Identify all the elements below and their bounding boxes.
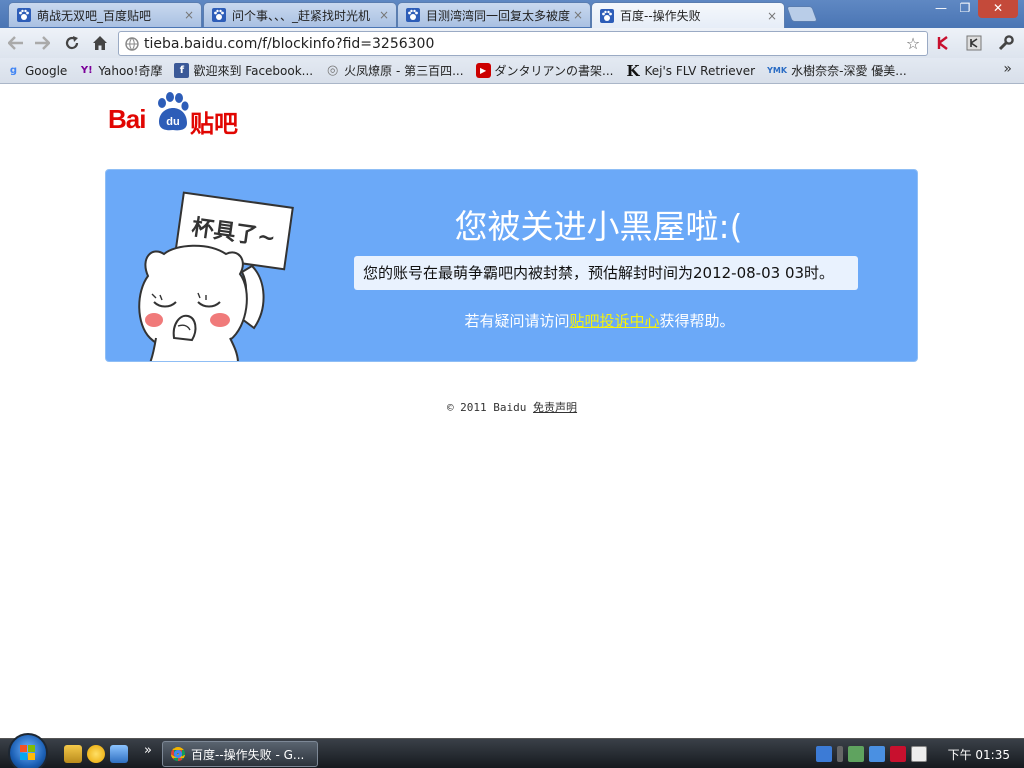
help-suffix: 获得帮助。 (659, 312, 735, 330)
site-icon: ◎ (326, 63, 339, 78)
tab-title: 问个事、、、_赶紧找时光机 (232, 8, 371, 23)
quicklaunch-overflow-button[interactable]: » (144, 743, 152, 758)
logo-text: Bai (108, 104, 146, 134)
minimize-button[interactable]: — (928, 0, 954, 18)
extension-k-icon[interactable] (964, 33, 984, 53)
page-footer: © 2011 Baidu 免责声明 (0, 399, 1024, 415)
tab-close-icon[interactable]: × (766, 9, 778, 23)
yahoo-icon: Y! (80, 65, 93, 76)
tab-question[interactable]: 问个事、、、_赶紧找时光机 × (203, 2, 397, 27)
disclaimer-link[interactable]: 免责声明 (533, 401, 577, 414)
extension-kaspersky-icon[interactable] (934, 33, 954, 53)
tab-close-icon[interactable]: × (378, 8, 390, 22)
bookmark-label: Yahoo!奇摩 (98, 64, 163, 78)
address-bar[interactable]: ☆ (118, 31, 928, 56)
tray-kaspersky-icon[interactable] (890, 746, 906, 762)
ymk-icon: YMK (767, 66, 788, 75)
bookmark-label: 火凤燎原 - 第三百四... (344, 64, 464, 78)
ban-message: 您的账号在最萌争霸吧内被封禁，预估解封时间为2012-08-03 03时。 (354, 256, 858, 290)
block-notice-panel: 杯具了~ 您被关进小黑屋啦:( 您的账号在最萌争霸吧内被封禁，预估解封时间为20… (105, 169, 918, 362)
tray-network-icon[interactable] (848, 746, 864, 762)
help-text: 若有疑问请访问贴吧投诉中心获得帮助。 (106, 310, 917, 331)
bookmarks-bar: g Google Y! Yahoo!奇摩 f 歡迎來到 Facebook... … (0, 58, 1024, 84)
quicklaunch-smiley-icon[interactable] (87, 745, 105, 763)
page-title: 您被关进小黑屋啦:( (454, 207, 743, 246)
bookmark-dantalian[interactable]: ▶ ダンタリアンの書架... (475, 62, 614, 79)
baidu-paw-icon (212, 8, 226, 22)
tab-close-icon[interactable]: × (572, 8, 584, 22)
bookmark-yahoo[interactable]: Y! Yahoo!奇摩 (79, 62, 163, 79)
tab-operation-failed[interactable]: 百度--操作失败 × (591, 2, 785, 28)
windows-start-button[interactable] (8, 733, 48, 768)
tab-close-icon[interactable]: × (183, 8, 195, 22)
taskbar-clock[interactable]: 下午 01:35 (948, 746, 1010, 763)
bookmark-flv-retriever[interactable]: K Kej's FLV Retriever (626, 61, 756, 80)
tab-mengzhan[interactable]: 萌战无双吧_百度贴吧 × (8, 2, 202, 27)
logo-du-text: du (166, 116, 179, 128)
tab-title: 萌战无双吧_百度贴吧 (37, 8, 152, 23)
quicklaunch-folder-icon[interactable] (64, 745, 82, 763)
bookmark-nana[interactable]: YMK 水樹奈奈-深愛 優美... (767, 62, 907, 79)
browser-toolbar: ☆ (0, 28, 1024, 58)
tray-app-icon[interactable] (869, 746, 885, 762)
reload-icon[interactable] (62, 33, 82, 53)
bookmark-star-icon[interactable]: ☆ (903, 34, 923, 53)
tray-device-icon[interactable] (911, 746, 927, 762)
bookmark-label: Google (25, 63, 68, 78)
bookmark-label: ダンタリアンの書架... (494, 64, 614, 78)
bookmark-label: 歡迎來到 Facebook... (193, 64, 314, 78)
wrench-menu-icon[interactable] (996, 33, 1016, 53)
bookmark-google[interactable]: g Google (6, 63, 67, 78)
bookmark-facebook[interactable]: f 歡迎來到 Facebook... (174, 62, 313, 79)
tab-taiwan[interactable]: 目测湾湾同一回复太多被度 × (397, 2, 591, 27)
baidu-paw-icon: du (158, 92, 189, 131)
close-window-button[interactable]: ✕ (978, 0, 1018, 18)
url-input[interactable] (144, 35, 903, 52)
bookmark-label: Kej's FLV Retriever (644, 63, 756, 78)
chrome-icon (171, 747, 185, 761)
footer-copyright: © 2011 Baidu (446, 401, 527, 414)
tab-title: 百度--操作失败 (620, 9, 701, 23)
maximize-button[interactable]: ❐ (952, 0, 978, 18)
google-icon: g (9, 65, 18, 76)
taskbar-window-title: 百度--操作失败 - G... (191, 747, 305, 762)
forward-icon[interactable] (32, 33, 52, 53)
baidu-paw-icon (600, 8, 614, 23)
baidu-paw-icon (406, 8, 420, 22)
system-tray (816, 744, 932, 764)
page-info-icon[interactable] (125, 36, 139, 51)
bookmark-label: 水樹奈奈-深愛 優美... (791, 64, 907, 78)
youtube-icon: ▶ (475, 63, 491, 78)
facebook-icon: f (174, 63, 190, 78)
help-prefix: 若有疑问请访问 (464, 312, 570, 330)
tray-pen-icon[interactable] (837, 746, 843, 762)
tray-ime-icon[interactable] (816, 746, 832, 762)
back-icon[interactable] (6, 33, 26, 53)
home-icon[interactable] (90, 33, 110, 53)
quicklaunch-desktop-icon[interactable] (110, 745, 128, 763)
baidu-paw-icon (17, 8, 31, 22)
tab-title: 目测湾湾同一回复太多被度 (426, 8, 571, 23)
complaint-center-link[interactable]: 贴吧投诉中心 (569, 312, 659, 330)
logo-tieba-text: 贴吧 (190, 110, 238, 138)
windows-logo-icon (20, 745, 35, 760)
bookmark-huofeng[interactable]: ◎ 火凤燎原 - 第三百四... (325, 62, 464, 79)
tab-strip: 萌战无双吧_百度贴吧 × 问个事、、、_赶紧找时光机 × 目测湾湾同一回复太多被… (0, 0, 1024, 28)
k-icon: K (626, 61, 640, 80)
taskbar-chrome-window[interactable]: 百度--操作失败 - G... (162, 741, 318, 767)
baidu-tieba-logo[interactable]: Bai du 贴吧 (108, 92, 248, 138)
windows-taskbar: » 百度--操作失败 - G... 下午 01:35 (0, 733, 1024, 768)
bookmarks-overflow-button[interactable]: » (1003, 61, 1012, 77)
new-tab-button[interactable] (786, 6, 818, 22)
